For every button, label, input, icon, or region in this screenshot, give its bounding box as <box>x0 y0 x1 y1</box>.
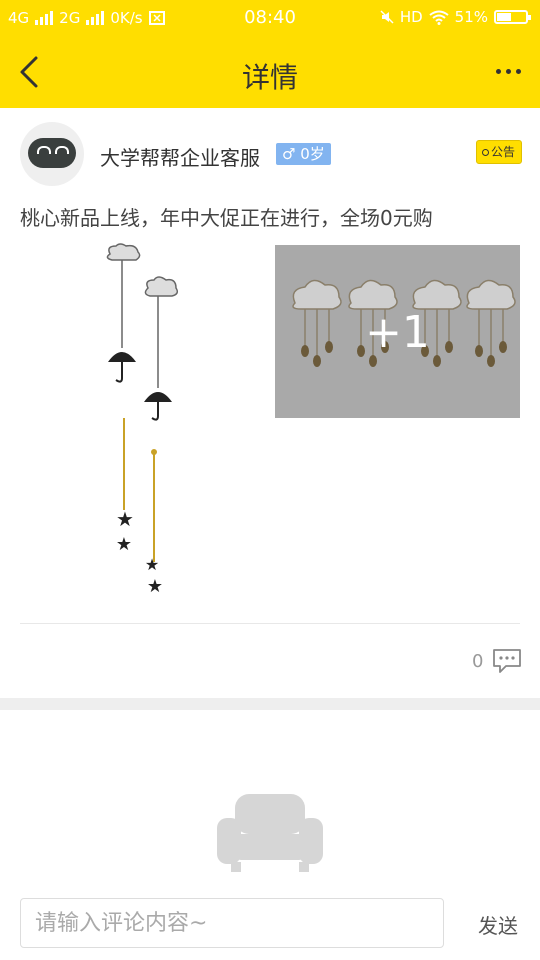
username[interactable]: 大学帮帮企业客服 <box>100 142 260 171</box>
comment-count: 0 <box>472 651 484 672</box>
sofa-icon <box>217 794 323 872</box>
gender-age-badge: ♂ 0岁 <box>276 143 331 165</box>
more-dot-icon <box>495 68 501 74</box>
post-image-more[interactable]: +1 <box>275 245 520 418</box>
battery-icon <box>494 10 531 24</box>
comment-icon[interactable] <box>492 648 522 674</box>
section-separator <box>0 698 540 710</box>
mute-icon <box>380 10 394 24</box>
wifi-icon <box>429 10 449 25</box>
comment-bar: 发送 <box>0 892 540 960</box>
battery-percent: 51% <box>454 8 488 26</box>
post-content: 桃心新品上线，年中大促正在进行，全场0元购 <box>20 206 433 230</box>
comment-input[interactable] <box>20 898 444 948</box>
send-button[interactable]: 发送 <box>478 910 518 939</box>
svg-text:★: ★ <box>145 555 159 574</box>
title-bar: 详情 <box>0 36 540 108</box>
hd-label: HD <box>399 8 423 26</box>
robot-face-icon <box>28 138 76 168</box>
avatar[interactable] <box>20 122 84 186</box>
status-bar: 4G 2G 0K/s 08:40 HD 51% <box>0 0 540 36</box>
post-image-earrings[interactable]: ★ ★ ★ ★ <box>98 242 206 598</box>
page-title: 详情 <box>241 61 298 94</box>
more-dot-icon <box>515 68 521 74</box>
svg-text:★: ★ <box>116 507 134 531</box>
notice-tag: 公告 <box>476 140 523 164</box>
more-images-count: +1 <box>365 307 430 358</box>
divider <box>20 623 520 624</box>
svg-text:★: ★ <box>116 534 132 555</box>
more-options-button[interactable] <box>490 56 526 86</box>
more-dot-icon <box>505 68 511 74</box>
svg-text:★: ★ <box>147 576 163 597</box>
